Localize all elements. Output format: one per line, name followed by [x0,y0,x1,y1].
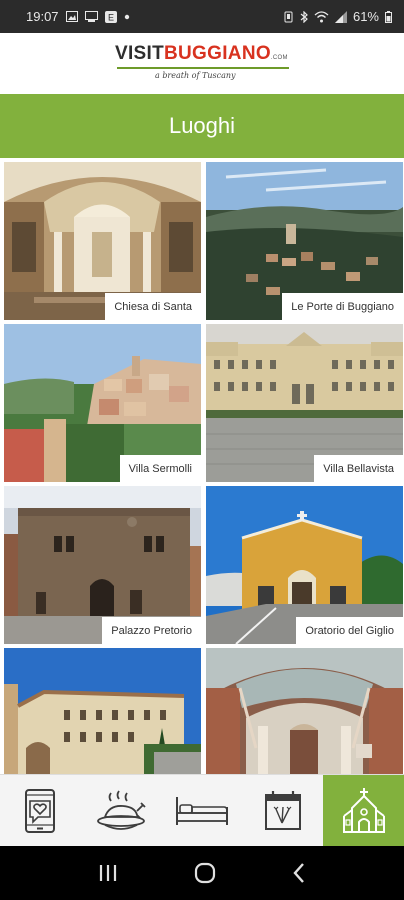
place-image [206,648,403,774]
app-root: 19:07 E 61% VISITBUGGIANO.COM a breath o… [0,0,404,900]
logo-wordmark: VISITBUGGIANO.COM [115,43,288,64]
page-title: Luoghi [168,113,236,138]
app-notification-icon: E [104,10,117,23]
place-card-villa-sermolli[interactable]: Villa Sermolli [4,324,201,482]
status-bar: 19:07 E 61% [0,0,404,33]
place-card-oratorio-giglio[interactable]: Oratorio del Giglio [206,486,403,644]
places-grid: Chiesa di Santa Le Porte di Buggiano Vil… [0,158,404,774]
wifi-icon [314,10,329,22]
place-card-8[interactable] [206,648,403,774]
status-time: 19:07 [26,9,59,24]
phone-heart-icon [25,789,56,833]
calendar-icon [264,791,301,830]
gallery-icon [65,11,78,22]
alarm-icon [284,11,293,22]
logo-tagline: a breath of Tuscany [155,71,236,80]
bottom-nav [0,774,404,847]
food-platter-icon [97,790,146,830]
place-card-chiesa[interactable]: Chiesa di Santa [4,162,201,320]
place-label: Chiesa di Santa [105,293,201,320]
place-card-porte[interactable]: Le Porte di Buggiano [206,162,403,320]
logo-underline [117,67,289,69]
place-label: Villa Bellavista [314,455,403,482]
nav-item-places[interactable] [323,775,404,847]
app-header: VISITBUGGIANO.COM a breath of Tuscany [0,33,404,94]
nav-item-sleep[interactable] [162,775,243,847]
back-icon[interactable] [291,862,307,884]
home-icon[interactable] [193,861,217,885]
dot-icon [124,14,129,19]
recent-apps-icon[interactable] [97,863,119,883]
place-label: Villa Sermolli [119,455,201,482]
place-image [4,648,201,774]
bluetooth-icon [300,10,308,23]
signal-icon [334,10,347,23]
cast-icon [84,11,98,22]
place-card-villa-bellavista[interactable]: Villa Bellavista [206,324,403,482]
system-nav-bar [0,846,404,900]
place-label: Palazzo Pretorio [102,617,201,644]
section-title-bar: Luoghi [0,94,404,158]
place-card-palazzo-pretorio[interactable]: Palazzo Pretorio [4,486,201,644]
place-card-7[interactable] [4,648,201,774]
nav-item-food[interactable] [81,775,162,847]
bed-icon [175,797,228,825]
battery-icon [385,10,392,23]
nav-item-events[interactable] [242,775,323,847]
nav-item-love[interactable] [0,775,81,847]
visitbuggiano-logo[interactable]: VISITBUGGIANO.COM a breath of Tuscany [115,37,295,89]
church-icon [342,788,385,833]
battery-percent: 61% [352,9,379,24]
place-label: Oratorio del Giglio [296,617,403,644]
svg-text:E: E [108,12,114,22]
place-label: Le Porte di Buggiano [282,293,403,320]
